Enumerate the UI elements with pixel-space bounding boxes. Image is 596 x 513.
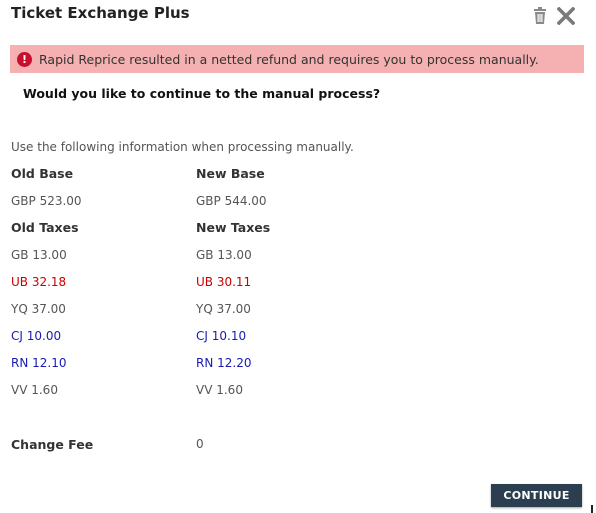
instructions-text: Use the following information when proce… xyxy=(11,140,354,154)
new-tax-value: VV 1.60 xyxy=(196,383,243,397)
tax-row: CJ 10.00 CJ 10.10 xyxy=(0,329,596,349)
tax-row: YQ 37.00 YQ 37.00 xyxy=(0,302,596,322)
new-tax-value: YQ 37.00 xyxy=(196,302,251,316)
tax-row: VV 1.60 VV 1.60 xyxy=(0,383,596,403)
base-header-row: Old Base New Base xyxy=(0,166,596,186)
tax-row: UB 32.18 UB 30.11 xyxy=(0,275,596,295)
change-fee-value: 0 xyxy=(196,437,204,451)
old-tax-value: UB 32.18 xyxy=(11,275,67,289)
old-tax-value: VV 1.60 xyxy=(11,383,58,397)
new-base-value: GBP 544.00 xyxy=(196,194,267,208)
old-taxes-label: Old Taxes xyxy=(11,220,79,235)
close-icon[interactable] xyxy=(557,7,575,25)
old-base-label: Old Base xyxy=(11,166,74,181)
text-cursor-icon xyxy=(591,505,593,513)
old-tax-value: GB 13.00 xyxy=(11,248,67,262)
new-base-label: New Base xyxy=(196,166,265,181)
change-fee-label: Change Fee xyxy=(11,437,94,452)
new-taxes-label: New Taxes xyxy=(196,220,271,235)
confirmation-question: Would you like to continue to the manual… xyxy=(23,86,381,101)
new-tax-value: UB 30.11 xyxy=(196,275,252,289)
old-tax-value: YQ 37.00 xyxy=(11,302,66,316)
tax-row: GB 13.00 GB 13.00 xyxy=(0,248,596,268)
alert-banner: ! Rapid Reprice resulted in a netted ref… xyxy=(10,45,584,73)
change-fee-row: Change Fee 0 xyxy=(0,437,596,457)
new-tax-value: GB 13.00 xyxy=(196,248,252,262)
new-tax-value: RN 12.20 xyxy=(196,356,252,370)
old-tax-value: RN 12.10 xyxy=(11,356,67,370)
alert-message: Rapid Reprice resulted in a netted refun… xyxy=(39,51,539,67)
exclamation-icon: ! xyxy=(17,51,32,67)
base-value-row: GBP 523.00 GBP 544.00 xyxy=(0,194,596,214)
dialog-title: Ticket Exchange Plus xyxy=(11,4,190,22)
old-base-value: GBP 523.00 xyxy=(11,194,82,208)
taxes-header-row: Old Taxes New Taxes xyxy=(0,220,596,240)
trash-icon[interactable] xyxy=(532,7,548,25)
tax-row: RN 12.10 RN 12.20 xyxy=(0,356,596,376)
old-tax-value: CJ 10.00 xyxy=(11,329,62,343)
new-tax-value: CJ 10.10 xyxy=(196,329,247,343)
continue-button[interactable]: CONTINUE xyxy=(491,484,582,507)
